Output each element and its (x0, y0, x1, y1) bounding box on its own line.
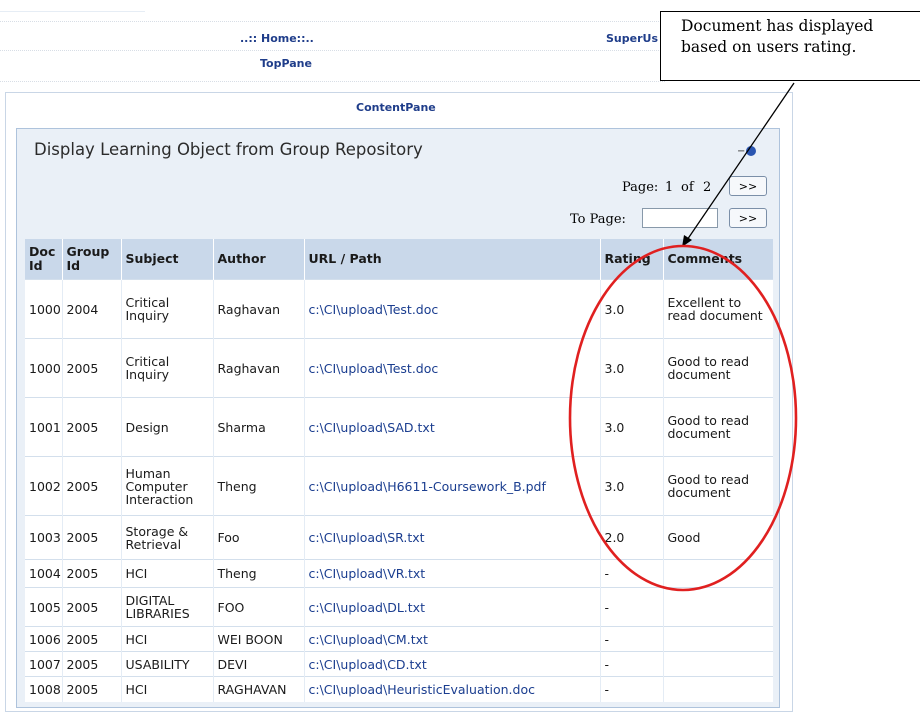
annotation-arrow-line (684, 82, 795, 244)
annotation-oval (568, 244, 798, 592)
annotation-overlay (568, 82, 798, 592)
